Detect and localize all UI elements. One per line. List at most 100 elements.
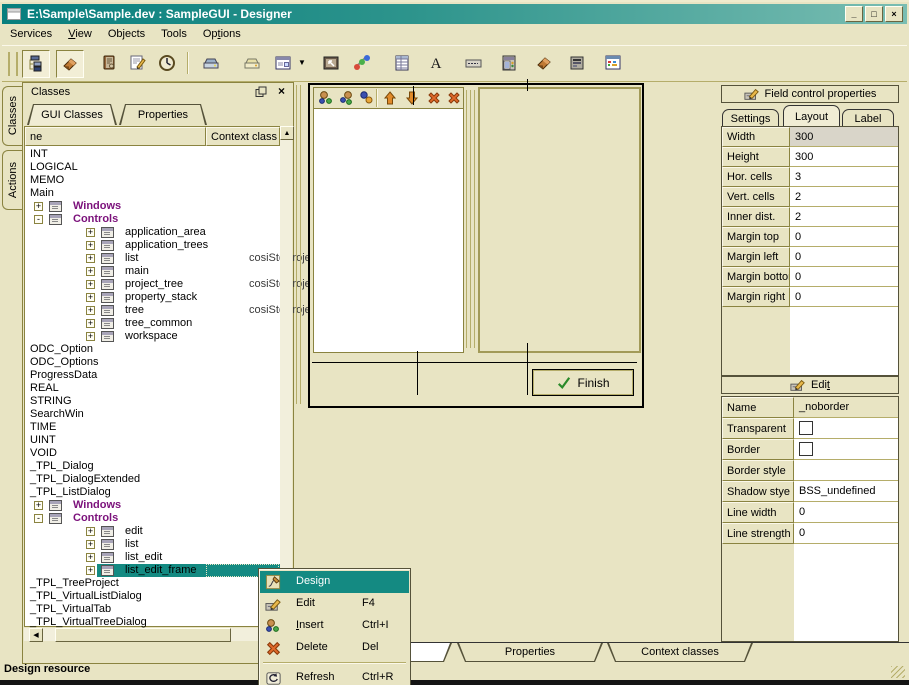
- tree-row-list[interactable]: +list: [25, 538, 281, 551]
- property-value-border-style[interactable]: [794, 460, 898, 481]
- tree-row-LOGICAL[interactable]: LOGICAL: [25, 161, 281, 174]
- tree-row-workspace[interactable]: +workspace: [25, 330, 281, 343]
- tree-row-_TPL_ListDialog[interactable]: _TPL_ListDialog: [25, 486, 281, 499]
- clock-toolbar-button[interactable]: [154, 50, 180, 76]
- column-header-context-class[interactable]: Context class: [206, 127, 280, 146]
- tree-row-REAL[interactable]: REAL: [25, 382, 281, 395]
- menu-tools[interactable]: Tools: [153, 26, 195, 42]
- expander-expand-icon[interactable]: +: [86, 527, 95, 536]
- side-tab-actions[interactable]: Actions: [2, 150, 23, 210]
- design-grid-surface[interactable]: [478, 87, 641, 353]
- server-toolbar-button[interactable]: [564, 50, 590, 76]
- property-value-border[interactable]: [794, 439, 898, 460]
- tree-row-application_area[interactable]: +application_area: [25, 226, 281, 239]
- tab-layout[interactable]: Layout: [783, 105, 840, 127]
- checkbox-unchecked[interactable]: [799, 442, 813, 456]
- tree-row-application_trees[interactable]: +application_trees: [25, 239, 281, 252]
- property-value-line-width[interactable]: 0: [794, 502, 898, 523]
- horizontal-scrollbar[interactable]: ◀: [24, 628, 280, 641]
- design-field-list[interactable]: [313, 108, 464, 353]
- report-toolbar-button[interactable]: [496, 50, 522, 76]
- panel-splitter[interactable]: [300, 85, 301, 404]
- toolbar-grip-handle[interactable]: [8, 52, 18, 76]
- tree-row-SearchWin[interactable]: SearchWin: [25, 408, 281, 421]
- minimize-button[interactable]: _: [845, 6, 863, 22]
- tree-row-ODC_Option[interactable]: ODC_Option: [25, 343, 281, 356]
- expander-expand-icon[interactable]: +: [86, 319, 95, 328]
- tree-row-ProgressData[interactable]: ProgressData: [25, 369, 281, 382]
- tree-row-project_tree[interactable]: +project_treecosiStdProjec...: [25, 278, 281, 291]
- tree-row-INT[interactable]: INT: [25, 148, 281, 161]
- tree-row-_TPL_Dialog[interactable]: _TPL_Dialog: [25, 460, 281, 473]
- finish-button[interactable]: Finish: [532, 369, 634, 396]
- tree-row-Controls[interactable]: -Controls: [25, 213, 281, 226]
- eraser-toolbar-button[interactable]: [531, 50, 557, 76]
- design-splitter[interactable]: [466, 90, 467, 348]
- tree-row-ODC_Options[interactable]: ODC_Options: [25, 356, 281, 369]
- tree-row-UINT[interactable]: UINT: [25, 434, 281, 447]
- maximize-button[interactable]: □: [865, 6, 883, 22]
- side-tab-classes[interactable]: Classes: [2, 86, 23, 146]
- expander-expand-icon[interactable]: +: [86, 293, 95, 302]
- book-toolbar-button[interactable]: [96, 50, 122, 76]
- insert-balls-button[interactable]: [318, 90, 334, 106]
- up-arrow-button[interactable]: [382, 90, 398, 106]
- tree-row-Windows[interactable]: +Windows: [25, 200, 281, 213]
- drive-light-toolbar-button[interactable]: [239, 50, 265, 76]
- vertical-scrollbar[interactable]: ▲: [280, 126, 292, 627]
- tree-row-main[interactable]: +main: [25, 265, 281, 278]
- property-value-inner-dist-[interactable]: 2: [790, 207, 898, 227]
- menu-view[interactable]: View: [60, 26, 100, 42]
- expander-expand-icon[interactable]: +: [86, 332, 95, 341]
- property-value-margin-bottor[interactable]: 0: [790, 267, 898, 287]
- tree-row-Controls[interactable]: -Controls: [25, 512, 281, 525]
- dropdown-arrow-icon[interactable]: ▼: [298, 58, 306, 67]
- property-value-height[interactable]: 300: [790, 147, 898, 167]
- float-panel-icon[interactable]: [255, 86, 267, 98]
- tree-row-MEMO[interactable]: MEMO: [25, 174, 281, 187]
- delete-x-button[interactable]: [446, 90, 462, 106]
- property-value-hor--cells[interactable]: 3: [790, 167, 898, 187]
- insert-balls2-button[interactable]: [338, 90, 354, 106]
- font-toolbar-button[interactable]: A: [423, 50, 449, 76]
- tree-row-_TPL_DialogExtended[interactable]: _TPL_DialogExtended: [25, 473, 281, 486]
- property-value-margin-right[interactable]: 0: [790, 287, 898, 307]
- bottom-tab-properties[interactable]: Properties: [457, 643, 603, 662]
- menu-services[interactable]: Services: [2, 26, 60, 42]
- image-toolbar-button[interactable]: [318, 50, 344, 76]
- edit-section-header[interactable]: Edit: [721, 376, 899, 394]
- expander-expand-icon[interactable]: +: [86, 254, 95, 263]
- tree-row-list_edit_frame[interactable]: +list_edit_frame: [25, 564, 281, 577]
- expander-expand-icon[interactable]: +: [86, 306, 95, 315]
- tree-row-Main[interactable]: Main: [25, 187, 281, 200]
- expander-expand-icon[interactable]: +: [86, 241, 95, 250]
- expander-expand-icon[interactable]: +: [86, 566, 95, 575]
- edit-doc-toolbar-button[interactable]: [125, 50, 151, 76]
- tree-row-edit[interactable]: +edit: [25, 525, 281, 538]
- delete-x-button[interactable]: [426, 90, 442, 106]
- expander-collapse-icon[interactable]: -: [34, 514, 43, 523]
- expander-expand-icon[interactable]: +: [86, 540, 95, 549]
- tab-label[interactable]: Label: [842, 109, 894, 127]
- property-value-margin-left[interactable]: 0: [790, 247, 898, 267]
- column-header-name[interactable]: ne: [25, 127, 206, 146]
- expander-expand-icon[interactable]: +: [34, 501, 43, 510]
- tree-row-tree_common[interactable]: +tree_common: [25, 317, 281, 330]
- tab-settings[interactable]: Settings: [722, 109, 779, 127]
- context-menu-edit[interactable]: EditF4: [260, 593, 409, 615]
- menu-options[interactable]: Options: [195, 26, 249, 42]
- context-menu-insert[interactable]: InsertCtrl+I: [260, 615, 409, 637]
- insert-balls3-button[interactable]: [358, 90, 374, 106]
- down-arrow-button[interactable]: [404, 90, 420, 106]
- property-value-shadow-stye[interactable]: BSS_undefined: [794, 481, 898, 502]
- table-toolbar-button[interactable]: [389, 50, 415, 76]
- form-colored-toolbar-button[interactable]: [600, 50, 626, 76]
- field-control-properties-header[interactable]: Field control properties: [721, 85, 899, 103]
- menu-objects[interactable]: Objects: [100, 26, 153, 42]
- form-window-toolbar-button[interactable]: [270, 50, 296, 76]
- expander-collapse-icon[interactable]: -: [34, 215, 43, 224]
- property-value-margin-top[interactable]: 0: [790, 227, 898, 247]
- tab-properties[interactable]: Properties: [119, 104, 207, 125]
- tree-row-_TPL_VirtualTab[interactable]: _TPL_VirtualTab: [25, 603, 281, 616]
- property-value-width[interactable]: 300: [790, 127, 898, 147]
